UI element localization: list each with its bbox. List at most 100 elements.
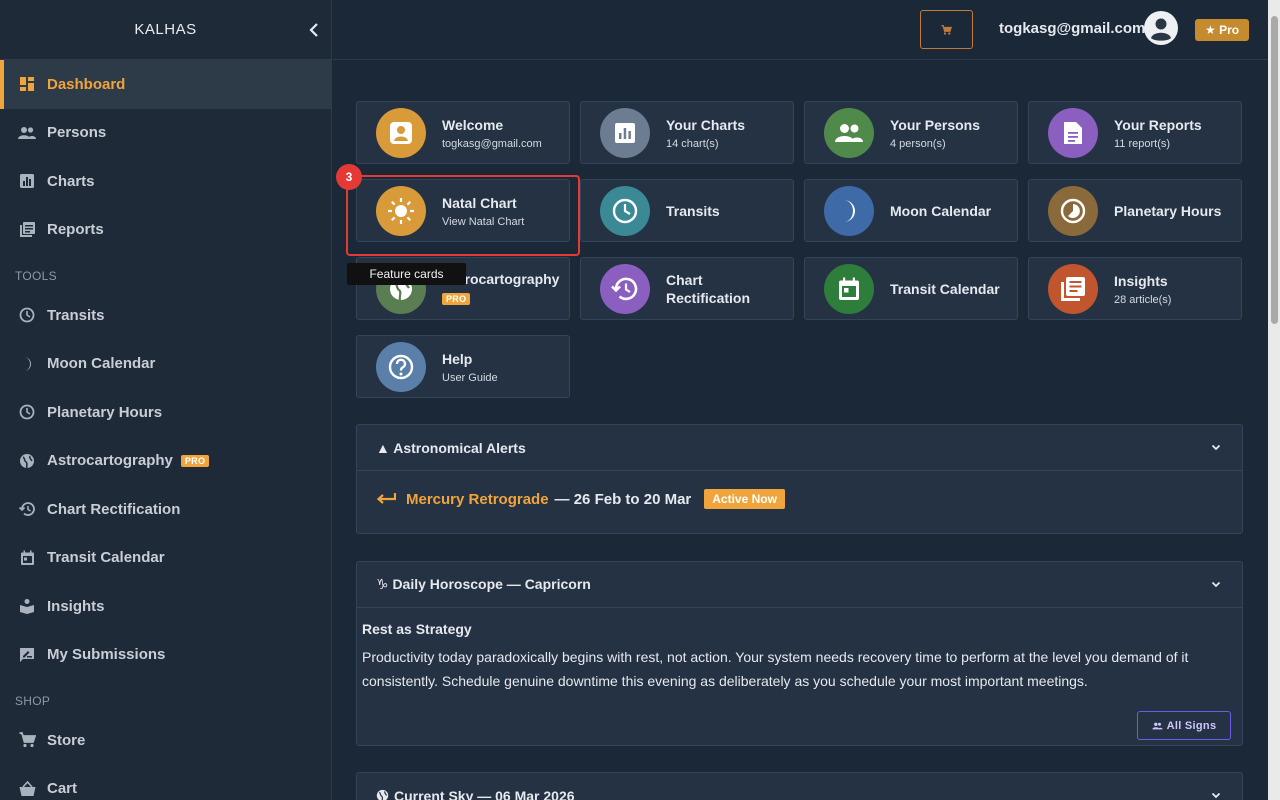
rate-review-icon (18, 646, 36, 664)
pro-badge: PRO (180, 454, 210, 467)
card-your-charts[interactable]: Your Charts 14 chart(s) (580, 101, 794, 164)
card-your-reports[interactable]: Your Reports 11 report(s) (1028, 101, 1242, 164)
moon-icon (824, 185, 874, 236)
clock-icon (18, 306, 36, 324)
tooltip: Feature cards (347, 263, 466, 285)
sidebar-item-label: Astrocartography (47, 452, 173, 470)
sidebar-item-charts[interactable]: Charts (0, 157, 331, 206)
card-welcome[interactable]: Welcome togkasg@gmail.com (356, 101, 570, 164)
card-help[interactable]: Help User Guide (356, 335, 570, 398)
daily-horoscope-panel: ♑ Daily Horoscope — Capricorn Rest as St… (356, 561, 1243, 746)
card-chart-rectification[interactable]: Chart Rectification (580, 257, 794, 320)
library-icon (1048, 263, 1098, 314)
card-insights[interactable]: Insights 28 article(s) (1028, 257, 1242, 320)
sidebar-item-label: Insights (47, 597, 105, 615)
sidebar-item-cart[interactable]: Cart (0, 765, 331, 800)
sidebar-section-tools: TOOLS (15, 269, 57, 283)
reader-icon (18, 597, 36, 615)
card-subtitle: 28 article(s) (1114, 293, 1172, 306)
people-icon (824, 107, 874, 158)
alert-name[interactable]: Mercury Retrograde (406, 491, 549, 508)
sidebar-item-planetary-hours[interactable]: Planetary Hours (0, 388, 331, 437)
sidebar-item-chart-rectification[interactable]: Chart Rectification (0, 485, 331, 534)
highlight-box (346, 175, 580, 256)
panel-title: ♑ Daily Horoscope — Capricorn (376, 576, 591, 592)
user-email[interactable]: togkasg@gmail.com (999, 20, 1145, 37)
moon-icon (18, 355, 36, 373)
basket-icon (18, 780, 36, 798)
return-arrow-icon (376, 493, 396, 504)
card-title: Planetary Hours (1114, 202, 1222, 219)
card-transit-calendar[interactable]: Transit Calendar (804, 257, 1018, 320)
card-planetary-hours[interactable]: Planetary Hours (1028, 179, 1242, 242)
card-title: Transit Calendar (890, 280, 1000, 297)
card-title: Your Persons (890, 116, 980, 133)
sidebar-item-label: Charts (47, 172, 95, 190)
pro-status-badge[interactable]: ★ Pro (1195, 19, 1250, 41)
sidebar-item-transit-calendar[interactable]: Transit Calendar (0, 534, 331, 583)
sidebar-item-label: Moon Calendar (47, 355, 156, 373)
history-icon (600, 263, 650, 314)
sidebar-item-persons[interactable]: Persons (0, 109, 331, 158)
globe-icon (18, 452, 36, 470)
card-transits[interactable]: Transits (580, 179, 794, 242)
card-your-persons[interactable]: Your Persons 4 person(s) (804, 101, 1018, 164)
sidebar: KALHAS Dashboard Persons Charts Reports … (0, 0, 332, 800)
current-sky-panel: Current Sky — 06 Mar 2026 (356, 772, 1243, 800)
sidebar-item-label: Store (47, 731, 86, 749)
chevron-down-icon[interactable] (1210, 789, 1222, 800)
chevron-down-icon[interactable] (1210, 441, 1222, 453)
chevron-left-icon[interactable] (307, 22, 321, 38)
brand-name: KALHAS (134, 21, 197, 38)
sidebar-item-reports[interactable]: Reports (0, 206, 331, 255)
help-icon (376, 341, 426, 392)
clock-icon (18, 403, 36, 421)
sidebar-item-astrocartography[interactable]: Astrocartography PRO (0, 437, 331, 486)
panel-header[interactable]: Current Sky — 06 Mar 2026 (357, 773, 1242, 800)
account-circle-icon[interactable] (1144, 11, 1178, 45)
top-bar: togkasg@gmail.com ★ Pro (333, 0, 1280, 60)
card-title: Your Charts (666, 116, 746, 133)
account-box-icon (376, 107, 426, 158)
status-badge: Active Now (704, 489, 785, 509)
sidebar-item-label: Planetary Hours (47, 403, 163, 421)
sidebar-item-label: Dashboard (47, 75, 126, 93)
card-moon-calendar[interactable]: Moon Calendar (804, 179, 1018, 242)
card-title: Moon Calendar (890, 202, 992, 219)
horoscope-heading: Rest as Strategy (362, 621, 472, 637)
card-title: Welcome (442, 116, 504, 133)
all-signs-button[interactable]: All Signs (1137, 711, 1231, 740)
brand: KALHAS (0, 0, 331, 60)
panel-header[interactable]: ♑ Daily Horoscope — Capricorn (357, 562, 1242, 608)
card-title: Transits (666, 202, 720, 219)
people-icon (1151, 722, 1163, 729)
sidebar-item-my-submissions[interactable]: My Submissions (0, 631, 331, 680)
panel-title: Current Sky — 06 Mar 2026 (394, 787, 575, 800)
scrollbar[interactable] (1268, 0, 1280, 800)
sidebar-item-label: Transits (47, 306, 105, 324)
card-title: Insights (1114, 272, 1168, 289)
scrollbar-thumb[interactable] (1271, 16, 1278, 324)
sidebar-item-moon-calendar[interactable]: Moon Calendar (0, 340, 331, 389)
cart-button[interactable] (920, 10, 973, 49)
history-icon (18, 500, 36, 518)
card-subtitle: 14 chart(s) (666, 137, 719, 150)
panel-title: ▲ Astronomical Alerts (376, 439, 526, 456)
chevron-down-icon[interactable] (1210, 578, 1222, 590)
sidebar-item-store[interactable]: Store (0, 716, 331, 765)
sidebar-item-label: Chart Rectification (47, 500, 181, 518)
sidebar-item-insights[interactable]: Insights (0, 582, 331, 631)
horoscope-body: Productivity today paradoxically begins … (362, 649, 1189, 689)
card-subtitle: togkasg@gmail.com (442, 137, 542, 150)
library-icon (18, 221, 36, 239)
sidebar-item-label: Cart (47, 780, 78, 798)
highlight-number-badge: 3 (336, 164, 362, 190)
sidebar-item-dashboard[interactable]: Dashboard (0, 60, 331, 109)
sidebar-item-label: Persons (47, 124, 107, 142)
bar-chart-icon (18, 172, 36, 190)
bar-chart-icon (600, 107, 650, 158)
sidebar-item-transits[interactable]: Transits (0, 291, 331, 340)
description-icon (1048, 107, 1098, 158)
card-title: Help (442, 350, 473, 367)
panel-header[interactable]: ▲ Astronomical Alerts (357, 425, 1242, 471)
